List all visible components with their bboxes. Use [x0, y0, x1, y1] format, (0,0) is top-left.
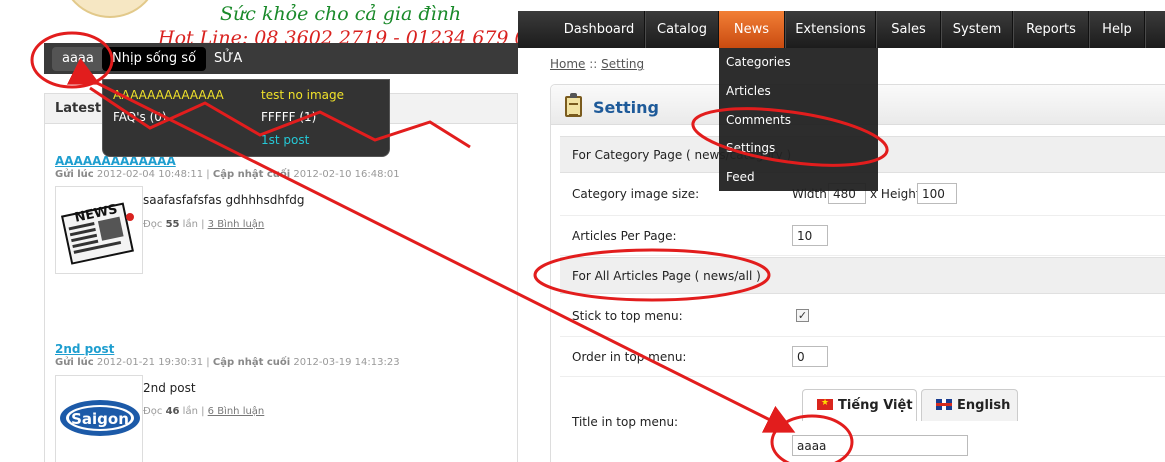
news-menu-categories[interactable]: Categories: [719, 48, 878, 77]
order-in-top-menu-label: Order in top menu:: [572, 350, 687, 364]
uk-flag-icon: [936, 399, 952, 410]
dropdown-item[interactable]: AAAAAAAAAAAAA: [113, 88, 224, 102]
news-menu-settings[interactable]: Settings: [719, 134, 878, 163]
article-comments-link[interactable]: 3 Bình luận: [208, 219, 265, 230]
menu-reports[interactable]: Reports: [1014, 11, 1089, 48]
article-comments-link[interactable]: 6 Bình luận: [208, 406, 265, 417]
nav-item-nhip-song-so[interactable]: Nhịp sống số: [102, 47, 207, 71]
article-thumbnail[interactable]: Saigon: [55, 375, 143, 462]
section-all-articles-page: For All Articles Page ( news/all ): [560, 257, 1165, 294]
storefront-panel: Sức khỏe cho cả gia đình Hot Line: 08 36…: [0, 0, 518, 462]
nav-dropdown-menu: AAAAAAAAAAAAA FAQ's (0) test no image FF…: [102, 79, 390, 157]
row-order-in-top-menu: Order in top menu:: [560, 337, 1165, 377]
vietnam-flag-icon: [817, 397, 833, 410]
menu-news[interactable]: News: [719, 11, 785, 48]
dropdown-item[interactable]: FFFFF (1): [261, 110, 316, 124]
stick-to-top-menu-checkbox[interactable]: ✓: [796, 309, 809, 322]
newspaper-icon: NEWS: [60, 202, 134, 265]
breadcrumb: Home :: Setting: [550, 57, 645, 71]
menu-sales[interactable]: Sales: [877, 11, 941, 48]
title-in-top-menu-label: Title in top menu:: [572, 415, 679, 429]
order-in-top-menu-input[interactable]: [792, 346, 828, 367]
dropdown-item[interactable]: FAQ's (0): [113, 110, 167, 124]
menu-extensions[interactable]: Extensions: [786, 11, 876, 48]
store-slogan: Sức khỏe cho cả gia đình: [220, 3, 462, 25]
article-summary: 2nd post: [143, 381, 196, 395]
saigon-logo-icon: Saigon: [60, 400, 140, 436]
menu-system[interactable]: System: [942, 11, 1013, 48]
articles-per-page-input[interactable]: [792, 225, 828, 246]
article-title[interactable]: 2nd post: [55, 342, 114, 356]
articles-per-page-label: Articles Per Page:: [572, 229, 677, 243]
article-stats: Đọc 46 lần | 6 Bình luận: [143, 406, 265, 417]
tab-tieng-viet[interactable]: Tiếng Việt: [802, 389, 917, 421]
stick-to-top-menu-label: Stick to top menu:: [572, 309, 683, 323]
article-stats: Đọc 55 lần | 3 Bình luận: [143, 219, 265, 230]
news-menu-articles[interactable]: Articles: [719, 77, 878, 106]
breadcrumb-home[interactable]: Home: [550, 57, 585, 71]
row-stick-to-top-menu: Stick to top menu: ✓: [560, 295, 1165, 337]
store-top-nav: aaaa Nhịp sống số SỬA: [44, 43, 518, 74]
menu-catalog[interactable]: Catalog: [646, 11, 719, 48]
title-in-top-menu-input[interactable]: [792, 435, 968, 456]
admin-top-menu: Dashboard Catalog News Extensions Sales …: [518, 11, 1165, 48]
tab-english[interactable]: English: [921, 389, 1018, 421]
store-logo: [60, 0, 160, 18]
nav-item-sua[interactable]: SỬA: [204, 47, 252, 71]
news-dropdown-menu: Categories Articles Comments Settings Fe…: [719, 48, 878, 191]
menu-dashboard[interactable]: Dashboard: [554, 11, 645, 48]
article-thumbnail[interactable]: NEWS: [55, 186, 143, 274]
row-articles-per-page: Articles Per Page:: [560, 216, 1165, 256]
clipboard-icon: [565, 93, 582, 117]
article-meta: Gửi lúc 2012-02-04 10:48:11 | Cập nhật c…: [55, 169, 400, 180]
page-title: Setting: [593, 98, 659, 117]
menu-help[interactable]: Help: [1090, 11, 1145, 48]
news-menu-feed[interactable]: Feed: [719, 163, 878, 192]
article-summary: saafasfafsfas gdhhhsdhfdg: [143, 193, 305, 207]
dropdown-item[interactable]: 1st post: [261, 133, 309, 147]
height-input[interactable]: [917, 183, 957, 204]
category-image-size-label: Category image size:: [572, 187, 700, 201]
dropdown-item[interactable]: test no image: [261, 88, 344, 102]
admin-panel: Dashboard Catalog News Extensions Sales …: [518, 0, 1165, 462]
nav-item-aaaa[interactable]: aaaa: [52, 47, 104, 71]
news-menu-comments[interactable]: Comments: [719, 106, 878, 135]
saigon-logo-text: Saigon: [71, 410, 129, 428]
article-meta: Gửi lúc 2012-01-21 19:30:31 | Cập nhật c…: [55, 357, 400, 368]
breadcrumb-current[interactable]: Setting: [601, 57, 644, 71]
